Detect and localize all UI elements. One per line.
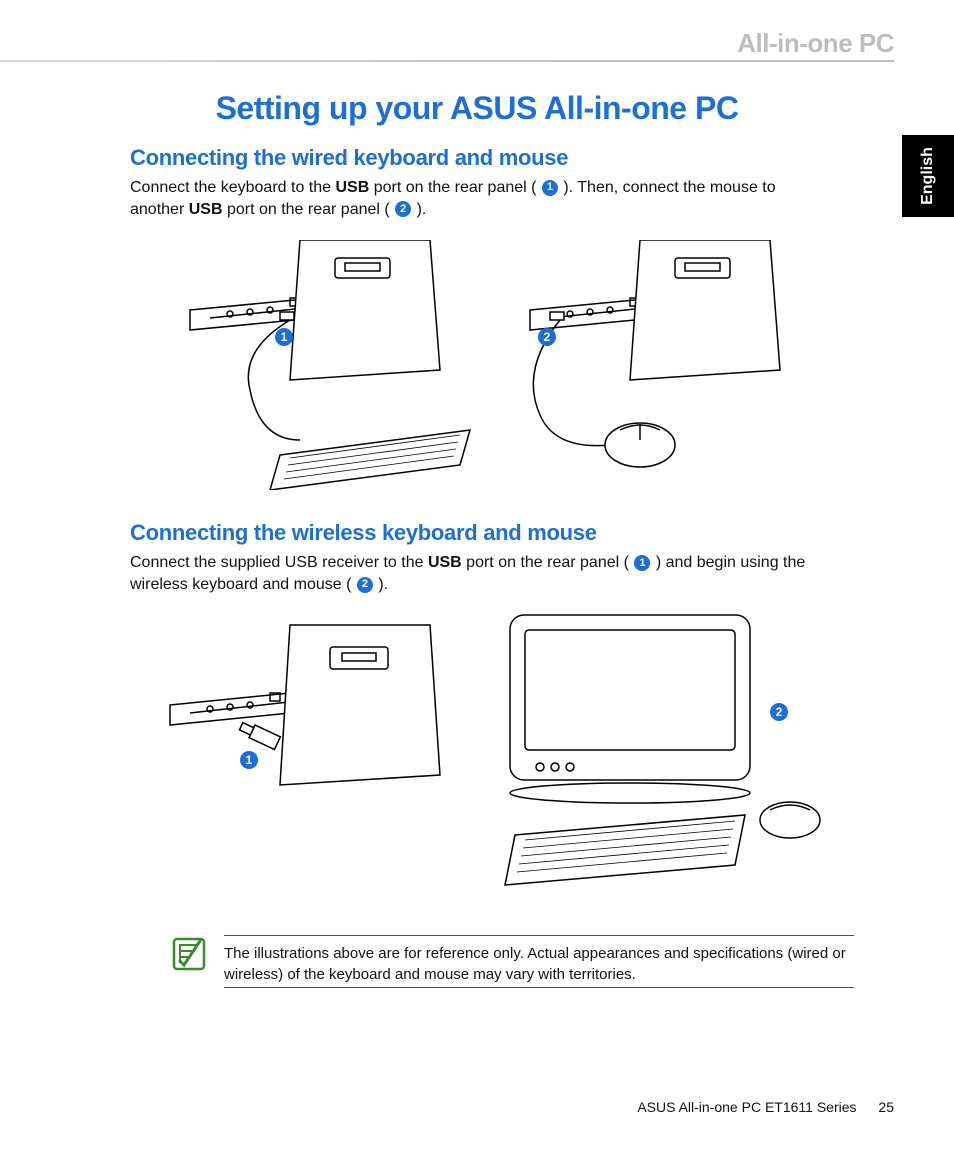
page-title: Setting up your ASUS All-in-one PC	[60, 90, 894, 127]
footer-page-number: 25	[878, 1099, 894, 1115]
note-text: The illustrations above are for referenc…	[224, 942, 854, 987]
figure-mouse-connection: 2	[520, 240, 810, 490]
illustration-mouse-icon	[520, 240, 810, 490]
step-marker-2: 2	[357, 577, 373, 593]
text-bold-usb: USB	[335, 179, 369, 196]
section2-figures: 1	[160, 605, 894, 905]
text-fragment: ).	[412, 201, 426, 218]
step-marker-1: 1	[542, 180, 558, 196]
footer-product: ASUS All-in-one PC ET1611 Series	[637, 1099, 856, 1115]
header-rule	[0, 60, 894, 62]
header-brand: All-in-one PC	[737, 28, 894, 59]
text-fragment: port on the rear panel (	[369, 179, 541, 196]
text-bold-usb: USB	[189, 201, 223, 218]
figure-usb-receiver: 1	[160, 605, 460, 905]
language-label: English	[919, 147, 937, 205]
section1-paragraph: Connect the keyboard to the USB port on …	[130, 177, 834, 220]
illustration-usb-receiver-icon	[160, 605, 460, 855]
section2-paragraph: Connect the supplied USB receiver to the…	[130, 552, 834, 595]
note-icon	[170, 935, 210, 980]
note-rule-top	[224, 935, 854, 936]
figure-wireless-setup: 2	[470, 605, 830, 905]
illustration-wireless-setup-icon	[470, 605, 830, 905]
text-fragment: Connect the supplied USB receiver to the	[130, 554, 428, 571]
manual-page: All-in-one PC English Setting up your AS…	[0, 0, 954, 1155]
text-bold-usb: USB	[428, 554, 462, 571]
note-block: The illustrations above are for referenc…	[170, 935, 854, 994]
text-fragment: ).	[374, 576, 388, 593]
figure-keyboard-connection: 1	[180, 240, 480, 490]
note-rule-bottom	[224, 987, 854, 988]
note-body: The illustrations above are for referenc…	[224, 935, 854, 994]
text-fragment: port on the rear panel (	[462, 554, 634, 571]
step-marker-2: 2	[395, 201, 411, 217]
section1-heading: Connecting the wired keyboard and mouse	[130, 145, 894, 171]
text-fragment: Connect the keyboard to the	[130, 179, 335, 196]
step-marker-1: 1	[634, 555, 650, 571]
page-footer: ASUS All-in-one PC ET1611 Series 25	[637, 1099, 894, 1115]
text-fragment: port on the rear panel (	[223, 201, 395, 218]
language-tab: English	[902, 135, 954, 217]
section2-heading: Connecting the wireless keyboard and mou…	[130, 520, 894, 546]
illustration-keyboard-icon	[180, 240, 480, 490]
section1-figures: 1 2	[180, 240, 894, 490]
